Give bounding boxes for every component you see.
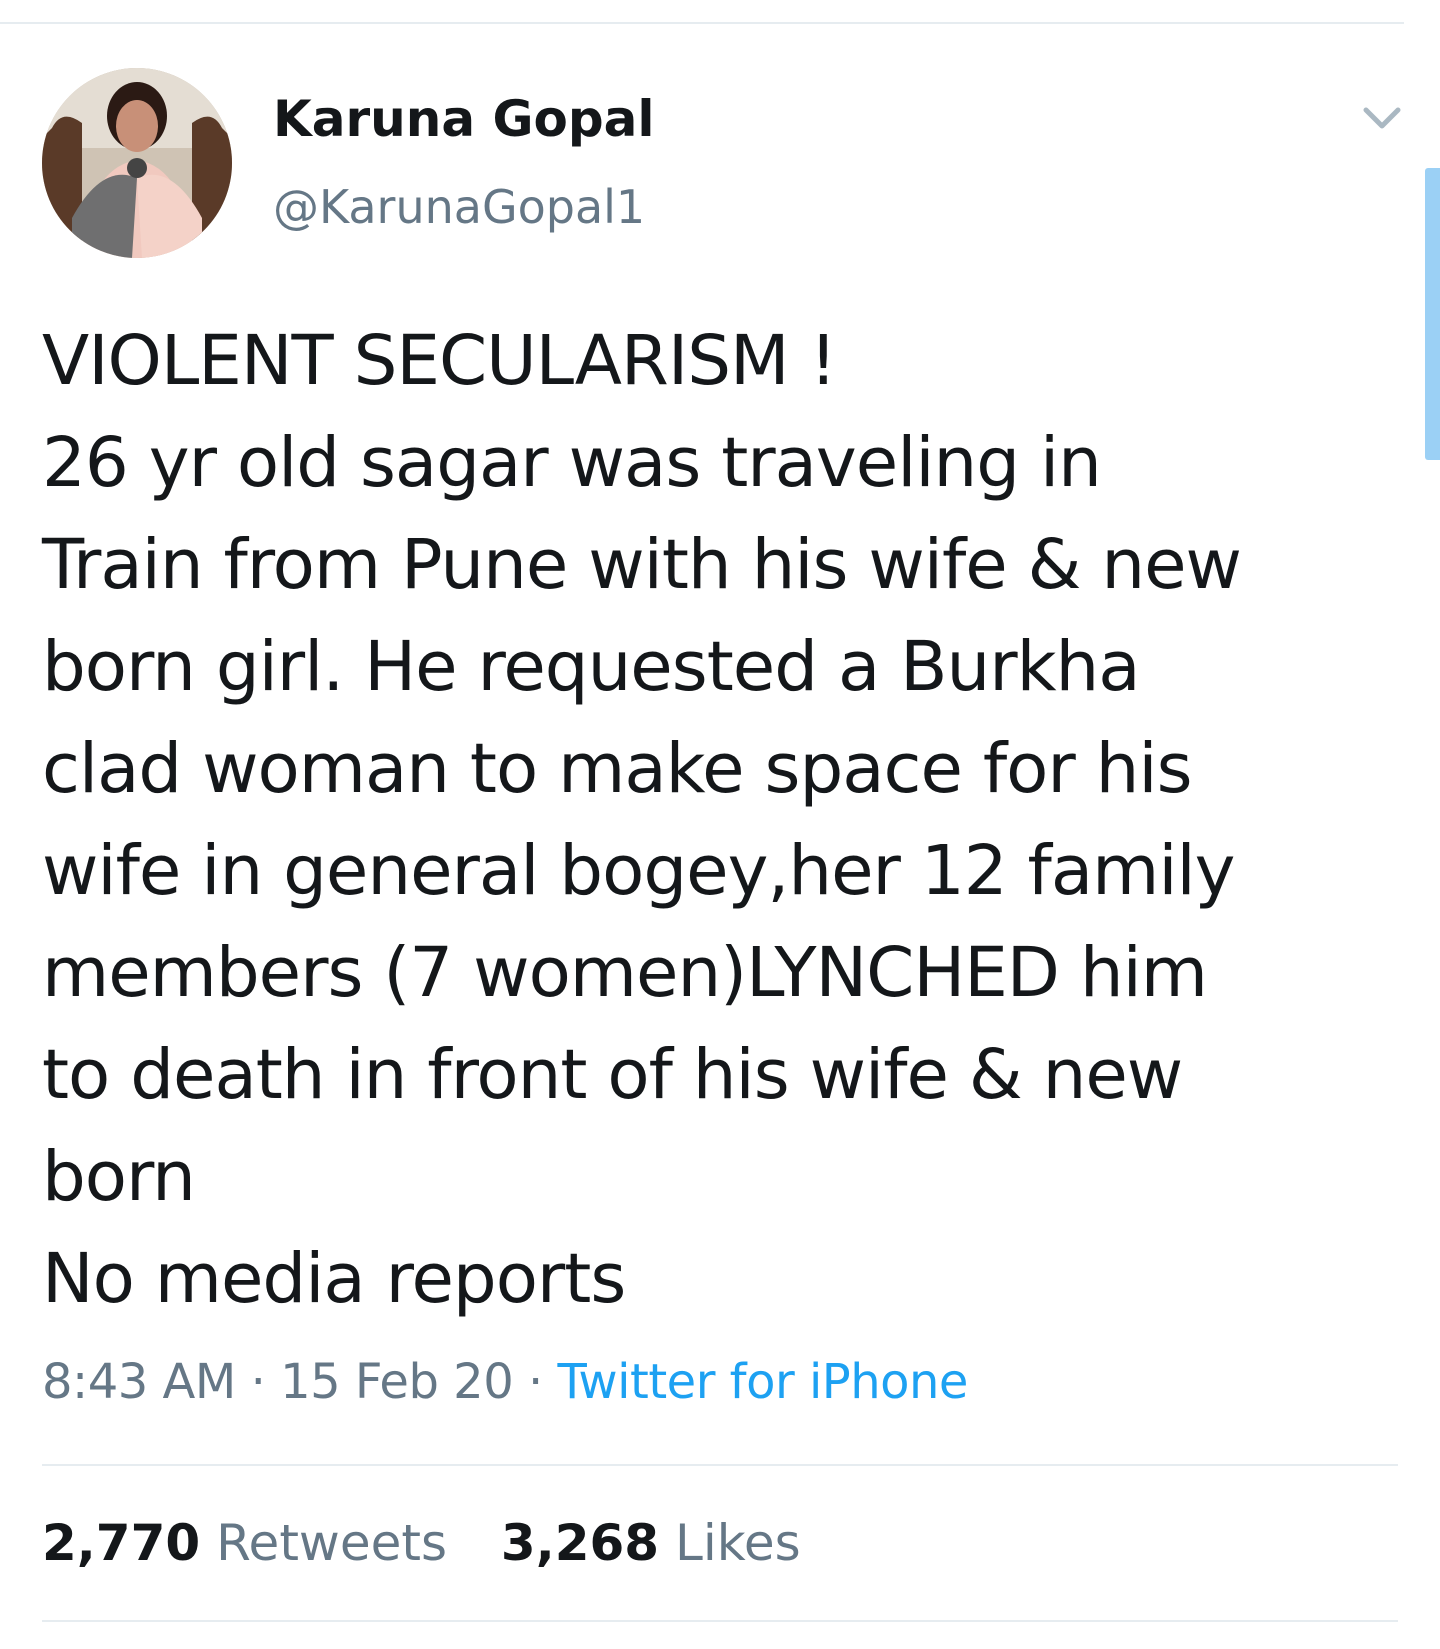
author-handle[interactable]: @KarunaGopal1: [273, 178, 645, 236]
tweet-text-line: 26 yr old sagar was traveling in: [42, 423, 1102, 503]
tweet-text-line: born girl. He requested a Burkha: [42, 627, 1141, 707]
chevron-down-icon: [1363, 107, 1401, 129]
retweets-count: 2,770: [42, 1514, 201, 1572]
tweet-text: VIOLENT SECULARISM ! 26 yr old sagar was…: [42, 310, 1382, 1330]
tweet-text-line: members (7 women)LYNCHED him: [42, 933, 1208, 1013]
tweet-time[interactable]: 8:43 AM: [42, 1354, 236, 1410]
tweet-text-line: Train from Pune with his wife & new: [42, 525, 1242, 605]
retweets-label: Retweets: [216, 1514, 447, 1572]
tweet-stats: 2,770 Retweets 3,268 Likes: [42, 1512, 839, 1574]
tweet-text-line: clad woman to make space for his: [42, 729, 1193, 809]
likes-label: Likes: [674, 1514, 801, 1572]
tweet-date[interactable]: 15 Feb 20: [280, 1354, 514, 1410]
likes-count: 3,268: [500, 1514, 660, 1572]
tweet-text-line: born: [42, 1137, 196, 1217]
scrollbar-thumb[interactable]: [1425, 168, 1440, 460]
likes-stat[interactable]: 3,268 Likes: [501, 1512, 801, 1574]
tweet-text-line: VIOLENT SECULARISM !: [42, 321, 837, 401]
tweet-text-line: wife in general bogey,her 12 family: [42, 831, 1236, 911]
author-display-name[interactable]: Karuna Gopal: [273, 88, 655, 150]
profile-photo-icon: [42, 68, 232, 258]
stats-top-divider: [42, 1464, 1398, 1466]
tweet-metadata: 8:43 AM · 15 Feb 20 · Twitter for iPhone: [42, 1352, 968, 1412]
tweet-text-line: No media reports: [42, 1239, 626, 1319]
top-divider: [0, 22, 1404, 24]
tweet-menu-button[interactable]: [1358, 100, 1406, 136]
meta-separator: ·: [528, 1354, 543, 1410]
retweets-stat[interactable]: 2,770 Retweets: [42, 1512, 447, 1574]
avatar[interactable]: [42, 68, 232, 258]
stats-bottom-divider: [42, 1620, 1398, 1622]
meta-separator: ·: [250, 1354, 266, 1410]
tweet-source-link[interactable]: Twitter for iPhone: [558, 1354, 969, 1410]
tweet-text-line: to death in front of his wife & new: [42, 1035, 1183, 1115]
